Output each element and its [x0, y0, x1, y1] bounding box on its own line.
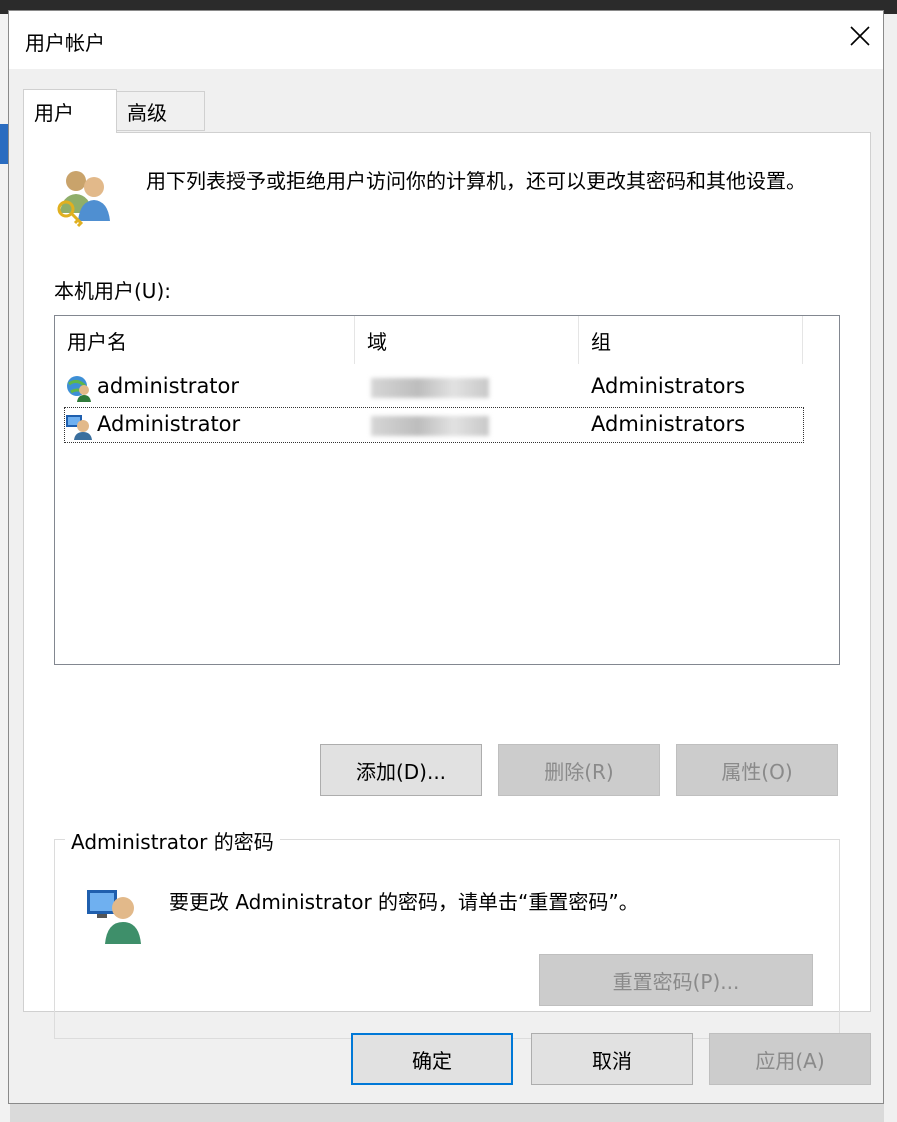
user-computer-icon — [87, 890, 141, 944]
column-header-username[interactable]: 用户名 — [55, 316, 355, 364]
intro-text: 用下列表授予或拒绝用户访问你的计算机，还可以更改其密码和其他设置。 — [146, 169, 806, 193]
local-user-icon — [66, 415, 92, 440]
apply-button[interactable]: 应用(A) — [709, 1033, 871, 1085]
password-groupbox: Administrator 的密码 要更改 Administrator 的密码，… — [54, 826, 840, 1039]
window-title: 用户帐户 — [25, 31, 105, 55]
users-key-icon — [57, 171, 110, 228]
user-row-selected[interactable]: Administrator Administrators — [63, 406, 805, 444]
user-domain-redacted — [371, 378, 489, 398]
title-bar: 用户帐户 — [9, 11, 883, 69]
local-users-label: 本机用户(U): — [54, 279, 171, 303]
password-instruction: 要更改 Administrator 的密码，请单击“重置密码”。 — [169, 890, 639, 914]
listview-header: 用户名 域 组 — [55, 316, 839, 364]
properties-button[interactable]: 属性(O) — [676, 744, 838, 796]
users-tab-panel: 用下列表授予或拒绝用户访问你的计算机，还可以更改其密码和其他设置。 本机用户(U… — [23, 132, 871, 1039]
column-header-group[interactable]: 组 — [579, 316, 803, 364]
tab-users[interactable]: 用户 — [23, 89, 117, 133]
users-listview[interactable]: 用户名 域 组 administrator Administrators Adm… — [54, 315, 840, 665]
user-group: Administrators — [591, 374, 746, 398]
tab-advanced[interactable]: 高级 — [117, 91, 205, 131]
user-group: Administrators — [591, 412, 746, 436]
user-name: Administrator — [97, 412, 241, 436]
remove-user-button[interactable]: 删除(R) — [498, 744, 660, 796]
close-button[interactable] — [837, 11, 883, 61]
password-group-title: Administrator 的密码 — [65, 826, 280, 855]
cancel-button[interactable]: 取消 — [531, 1033, 693, 1085]
user-name: administrator — [97, 374, 240, 398]
user-accounts-dialog: 用户帐户 用户 高级 用下列表授予或拒绝用户访问你的计算机，还可以更改其密码和其… — [8, 10, 884, 1104]
domain-user-icon — [67, 376, 91, 402]
dialog-client-area: 用户 高级 用下列表授予或拒绝用户访问你的计算机，还可以更改其密码和其他设置。 … — [9, 69, 883, 1103]
user-row[interactable]: administrator Administrators — [63, 368, 805, 406]
close-icon — [850, 26, 870, 46]
ok-button[interactable]: 确定 — [351, 1033, 513, 1085]
add-user-button[interactable]: 添加(D)... — [320, 744, 482, 796]
reset-password-button[interactable]: 重置密码(P)... — [539, 954, 813, 1006]
column-header-domain[interactable]: 域 — [355, 316, 579, 364]
background-window-right — [884, 14, 897, 1122]
user-domain-redacted — [371, 416, 489, 436]
